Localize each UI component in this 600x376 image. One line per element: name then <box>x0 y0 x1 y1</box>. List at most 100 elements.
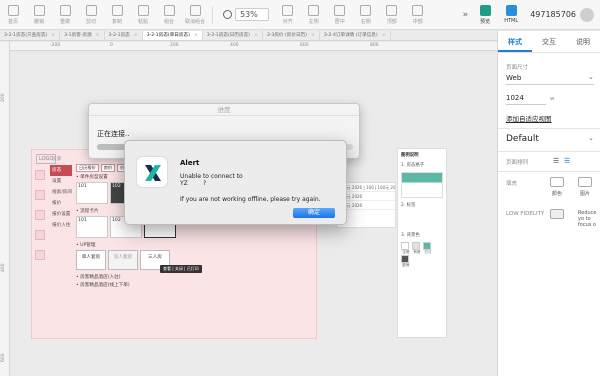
ruler-tick-label: 600 <box>300 43 309 48</box>
width-input[interactable]: 1024 <box>506 94 524 102</box>
swatch-label: 已订 <box>424 250 432 254</box>
low-fidelity-toggle[interactable] <box>550 209 564 219</box>
artboard-nav-item[interactable]: 报价入住 <box>50 220 72 231</box>
section-heading: • 房客精品酒店(入驻) <box>76 275 121 280</box>
add-adaptive-view-link[interactable]: 添加自适应视图 <box>506 113 552 123</box>
align-center-icon[interactable]: ☰ <box>564 157 570 165</box>
toolbar-button-label: 取消组合 <box>184 18 205 25</box>
swatch-color <box>423 242 431 250</box>
copy-button[interactable]: 复制 <box>106 1 128 29</box>
artboard-nav-item[interactable]: 房态 <box>50 165 72 176</box>
toolbar-left-group: 首页 撤销 重做 剪切 复制 粘贴 组合 取消组合 <box>0 1 208 29</box>
close-icon[interactable]: × <box>311 31 315 40</box>
align-middle-button[interactable]: 中部 <box>407 1 429 29</box>
preview-button[interactable]: 预览 <box>475 1 495 29</box>
legend-item: 2. 标签 <box>401 203 416 208</box>
paste-button[interactable]: 粘贴 <box>132 1 154 29</box>
zoom-value[interactable]: 53% <box>235 8 269 21</box>
inspector-tab[interactable]: 交互 <box>532 31 566 52</box>
legend-item: 3. 背景色 <box>401 233 420 238</box>
swatch-label: 有房 <box>413 250 421 254</box>
inspector-panel: 样式 交互 说明 页面尺寸 Web ⌄ 1024 w 添加自适应视图 Default… <box>497 31 600 376</box>
align-right-icon <box>360 4 372 16</box>
close-icon[interactable]: × <box>96 31 100 40</box>
undo-button[interactable]: 撤销 <box>28 1 50 29</box>
align-left-button[interactable]: 左侧 <box>303 1 325 29</box>
style-select[interactable]: Default <box>506 134 539 144</box>
side-column <box>35 170 45 270</box>
document-tab[interactable]: 3-1房客-房源 × <box>60 31 105 40</box>
align-left-icon <box>308 4 320 16</box>
inspector-tab[interactable]: 说明 <box>566 31 600 52</box>
inspector-tab[interactable]: 样式 <box>498 31 532 52</box>
zoom-control[interactable]: 53% <box>223 8 269 21</box>
align-icon <box>282 4 294 16</box>
toolbar-right-group: » 预览 HTML 497185706 <box>459 0 600 30</box>
ungroup-button[interactable]: 取消组合 <box>184 1 206 29</box>
close-icon[interactable]: × <box>194 31 198 40</box>
legend-swatch: 脏房 <box>401 255 411 268</box>
close-icon[interactable]: × <box>254 31 258 40</box>
alert-message-line: Unable to connect to <box>180 173 243 180</box>
home-button[interactable]: 首页 <box>2 1 24 29</box>
room-type-card[interactable]: 单人套房 <box>76 250 106 270</box>
close-icon[interactable]: × <box>134 31 138 40</box>
artboard-nav-item[interactable]: 线索/房间 <box>50 187 72 198</box>
ungroup-icon <box>189 4 201 16</box>
artboard-nav: 房源 房态 设置 线索/房间 报价 报价设置 报价入住 <box>50 154 72 231</box>
artboard-nav-item[interactable]: 报价 <box>50 198 72 209</box>
group-button[interactable]: 组合 <box>158 1 180 29</box>
filter-chip[interactable]: 日历报价 <box>76 164 99 172</box>
document-tab[interactable]: 3-2-1房态 × <box>105 31 143 40</box>
divider <box>498 171 600 172</box>
side-box <box>35 230 45 240</box>
tab-label: 3-2-4订单详情 (订单信息) <box>323 33 378 38</box>
fill-color-swatch[interactable] <box>550 177 564 187</box>
artboard-nav-item[interactable]: 设置 <box>50 176 72 187</box>
align-left-icon[interactable]: ☰ <box>553 157 559 165</box>
align-center-button[interactable]: 居中 <box>329 1 351 29</box>
preview-icon <box>479 4 491 16</box>
cut-button[interactable]: 剪切 <box>80 1 102 29</box>
ruler-tick-label: 400 <box>230 43 239 48</box>
side-box <box>35 210 45 220</box>
document-tab[interactable]: 3-2-1房态(单日房态) × <box>142 31 203 40</box>
html-button[interactable]: HTML <box>501 1 521 29</box>
more-chevron-icon[interactable]: » <box>463 10 469 20</box>
room-tile[interactable]: 101 <box>76 216 108 238</box>
progress-dialog-title: 进度 <box>89 104 359 116</box>
preview-label: 预览 <box>480 18 491 25</box>
alert-message-line: YZ ? <box>180 180 207 187</box>
document-tab[interactable]: 3-2-1房态(只查房态) × <box>0 31 61 40</box>
fill-image-swatch[interactable] <box>578 177 592 187</box>
close-icon[interactable]: × <box>382 31 386 40</box>
legend-swatch: 已订 <box>423 242 433 255</box>
align-button[interactable]: 对齐 <box>277 1 299 29</box>
room-tile[interactable]: 101 <box>76 182 108 204</box>
filter-chip[interactable]: 房价 <box>100 164 116 172</box>
document-tab[interactable]: 3-2-1房态(日历房态) × <box>203 31 263 40</box>
align-top-icon <box>386 4 398 16</box>
paste-icon <box>137 4 149 16</box>
document-tab[interactable]: 3-2-4订单详情 (订单信息) × <box>320 31 391 40</box>
legend-swatch: 空房 <box>401 242 411 255</box>
toolbar-button-label: 中部 <box>412 18 423 25</box>
copy-icon <box>111 4 123 16</box>
user-menu[interactable]: 497185706 <box>524 7 600 22</box>
page-size-select[interactable]: Web <box>506 74 521 82</box>
artboard-nav-item[interactable]: 房源 <box>50 154 72 165</box>
undo-icon <box>33 4 45 16</box>
close-icon[interactable]: × <box>51 31 55 40</box>
redo-button[interactable]: 重做 <box>54 1 76 29</box>
align-top-button[interactable]: 顶部 <box>381 1 403 29</box>
ok-button[interactable]: 确定 <box>293 208 335 218</box>
artboard-nav-item[interactable]: 报价设置 <box>50 209 72 220</box>
section-heading: • UP管理 <box>76 243 96 248</box>
document-tab[interactable]: 3-3房价 (房价日历) × <box>263 31 320 40</box>
ruler-tick-label: -200 <box>50 43 61 48</box>
room-type-card[interactable]: 双人套房 <box>108 250 138 270</box>
align-right-button[interactable]: 右侧 <box>355 1 377 29</box>
side-box <box>35 250 45 260</box>
swatch-color <box>412 242 420 250</box>
select-underline <box>506 84 594 85</box>
